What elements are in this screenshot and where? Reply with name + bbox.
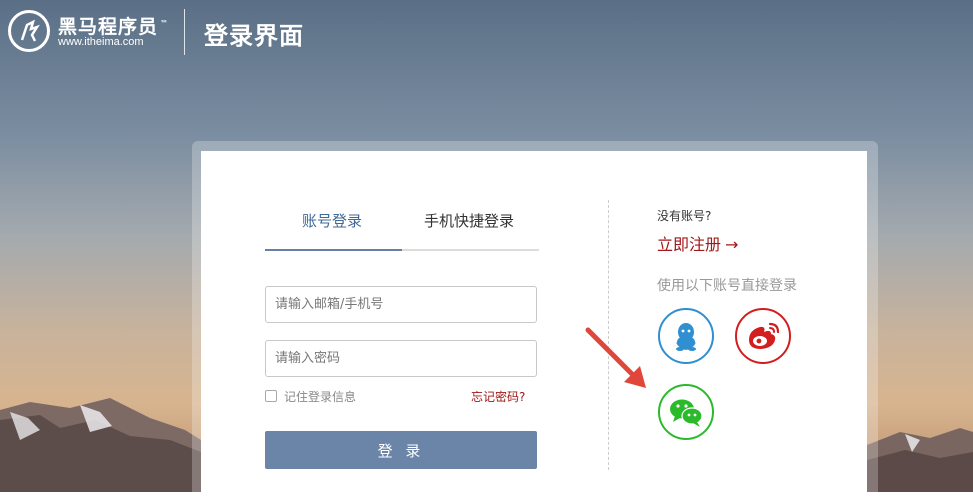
tab-mobile-login[interactable]: 手机快捷登录 xyxy=(424,210,514,231)
page-title: 登录界面 xyxy=(204,22,304,50)
password-input[interactable] xyxy=(265,340,537,377)
wechat-icon xyxy=(670,399,703,427)
logo-icon xyxy=(8,10,50,52)
brand-name: 黑马程序员 ™ xyxy=(58,16,170,38)
header-divider xyxy=(184,9,185,55)
email-phone-input[interactable] xyxy=(265,286,537,323)
annotation-arrow-icon xyxy=(585,327,646,388)
login-button[interactable]: 登 录 xyxy=(265,431,537,469)
qq-icon xyxy=(676,323,696,351)
third-party-login-title: 使用以下账号直接登录 xyxy=(657,278,797,294)
register-link[interactable]: 立即注册 → xyxy=(657,231,738,255)
tab-active-indicator xyxy=(265,249,402,251)
forgot-password-link[interactable]: 忘记密码? xyxy=(471,388,525,405)
brand-tm: ™ xyxy=(160,18,170,28)
arrow-right-icon: → xyxy=(725,235,739,254)
no-account-text: 没有账号? xyxy=(657,209,712,223)
remember-checkbox[interactable] xyxy=(265,390,277,402)
tab-account-login[interactable]: 账号登录 xyxy=(302,210,362,231)
weibo-login-button[interactable] xyxy=(735,308,791,364)
qq-login-button[interactable] xyxy=(658,308,714,364)
remember-label: 记住登录信息 xyxy=(284,390,357,404)
wechat-login-button[interactable] xyxy=(658,384,714,440)
register-label: 立即注册 xyxy=(657,235,722,254)
weibo-icon xyxy=(749,322,780,349)
brand-url: www.itheima.com xyxy=(58,36,144,48)
header: 黑马程序员 ™ www.itheima.com 登录界面 xyxy=(0,0,973,60)
